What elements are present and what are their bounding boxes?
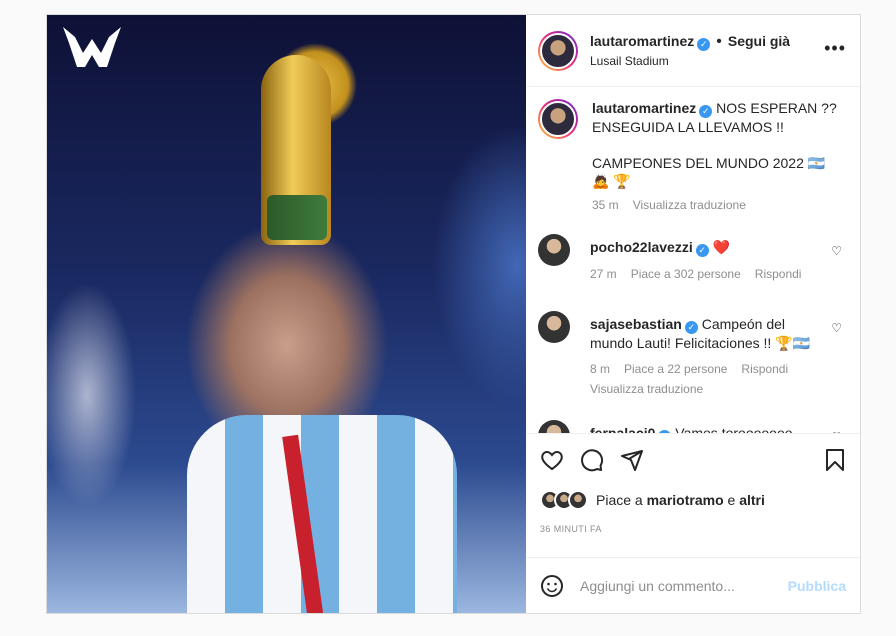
post-photo[interactable]	[47, 15, 526, 613]
caption-line-3: CAMPEONES DEL MUNDO 2022 🇦🇷	[592, 155, 826, 171]
caption-translate-link[interactable]: Visualizza traduzione	[633, 198, 746, 212]
liked-by[interactable]: Piace a mariotramo e altri	[540, 490, 846, 510]
comment-input[interactable]: Aggiungi un commento...	[580, 578, 788, 594]
publish-button[interactable]: Pubblica	[788, 578, 846, 594]
post-header: lautaromartinez ✓ • Segui già Lusail Stadiu…	[526, 15, 860, 87]
heart-icon[interactable]	[540, 448, 564, 472]
comment-item: sajasebastian ✓ Campeón del mundo Lauti! …	[538, 311, 842, 398]
add-comment-bar: Aggiungi un commento... Pubblica	[526, 557, 860, 613]
comment-time[interactable]: 27 m	[590, 267, 617, 281]
caption-avatar[interactable]	[538, 99, 578, 139]
caption: lautaromartinez ✓ NOS ESPERAN ?? ENSEGUID…	[538, 99, 842, 214]
comment-text: ❤️	[712, 239, 731, 255]
comment-like-heart-icon[interactable]: ♡	[831, 244, 842, 258]
comment-icon[interactable]	[580, 448, 604, 472]
verified-badge-icon: ✓	[658, 430, 672, 433]
comment-translate-link[interactable]: Visualizza traduzione	[590, 382, 703, 396]
comment-item: ferpalaci0✓ Vamos torooooooo ♡	[538, 420, 842, 433]
following-button[interactable]: Segui già	[728, 33, 790, 49]
comment-username[interactable]: ferpalaci0	[590, 425, 655, 433]
post-location[interactable]: Lusail Stadium	[590, 54, 790, 68]
caption-line-4: 🙇 🏆	[592, 173, 631, 189]
comment-time[interactable]: 8 m	[590, 362, 610, 376]
post-sidebar: lautaromartinez ✓ • Segui già Lusail Stadiu…	[526, 15, 860, 613]
liked-by-avatars	[540, 490, 588, 510]
verified-badge-icon: ✓	[684, 321, 698, 334]
comment-avatar[interactable]	[538, 420, 570, 433]
comment-username[interactable]: sajasebastian	[590, 316, 682, 332]
separator-dot: •	[716, 33, 722, 50]
comment-avatar[interactable]	[538, 234, 570, 266]
verified-badge-icon: ✓	[697, 38, 711, 51]
caption-time[interactable]: 35 m	[592, 198, 619, 212]
post-timestamp[interactable]: 36 MINUTI FA	[540, 524, 846, 534]
comment-avatar[interactable]	[538, 311, 570, 343]
liked-by-prefix: Piace a	[596, 492, 643, 508]
lm-logo-icon	[63, 27, 121, 67]
share-icon[interactable]	[620, 448, 644, 472]
comments-list[interactable]: lautaromartinez ✓ NOS ESPERAN ?? ENSEGUID…	[526, 87, 860, 433]
comment-like-heart-icon[interactable]: ♡	[831, 321, 842, 335]
comment-username[interactable]: pocho22lavezzi	[590, 239, 693, 255]
caption-line-1: NOS ESPERAN ??	[716, 100, 837, 116]
author-username[interactable]: lautaromartinez	[590, 33, 694, 49]
comment-like-heart-icon[interactable]: ♡	[831, 430, 842, 433]
caption-username[interactable]: lautaromartinez	[592, 100, 696, 116]
verified-badge-icon: ✓	[695, 244, 709, 257]
liked-by-others[interactable]: altri	[739, 492, 765, 508]
emoji-icon[interactable]	[540, 574, 564, 598]
post-actions: Piace a mariotramo e altri 36 MINUTI FA	[526, 433, 860, 557]
photo-shirt-shape	[187, 415, 457, 613]
caption-line-2: ENSEGUIDA LA LLEVAMOS !!	[592, 119, 784, 135]
instagram-post-dialog: lautaromartinez ✓ • Segui già Lusail Stadiu…	[46, 14, 861, 614]
verified-badge-icon: ✓	[699, 105, 713, 118]
comment-likes[interactable]: Piace a 22 persone	[624, 362, 727, 376]
photo-trophy-base	[267, 195, 327, 240]
comment-item: pocho22lavezzi ✓ ❤️ 27 m Piace a 302 perso…	[538, 234, 842, 283]
comment-text: Vamos torooooooo	[675, 425, 793, 433]
comment-likes[interactable]: Piace a 302 persone	[631, 267, 741, 281]
liked-by-conj: e	[727, 492, 736, 508]
author-avatar[interactable]	[538, 30, 578, 71]
bookmark-icon[interactable]	[824, 448, 846, 472]
more-horizontal-icon[interactable]: •••	[824, 39, 846, 59]
comment-reply-button[interactable]: Rispondi	[755, 267, 802, 281]
comment-reply-button[interactable]: Rispondi	[741, 362, 788, 376]
liked-by-user[interactable]: mariotramo	[647, 492, 724, 508]
